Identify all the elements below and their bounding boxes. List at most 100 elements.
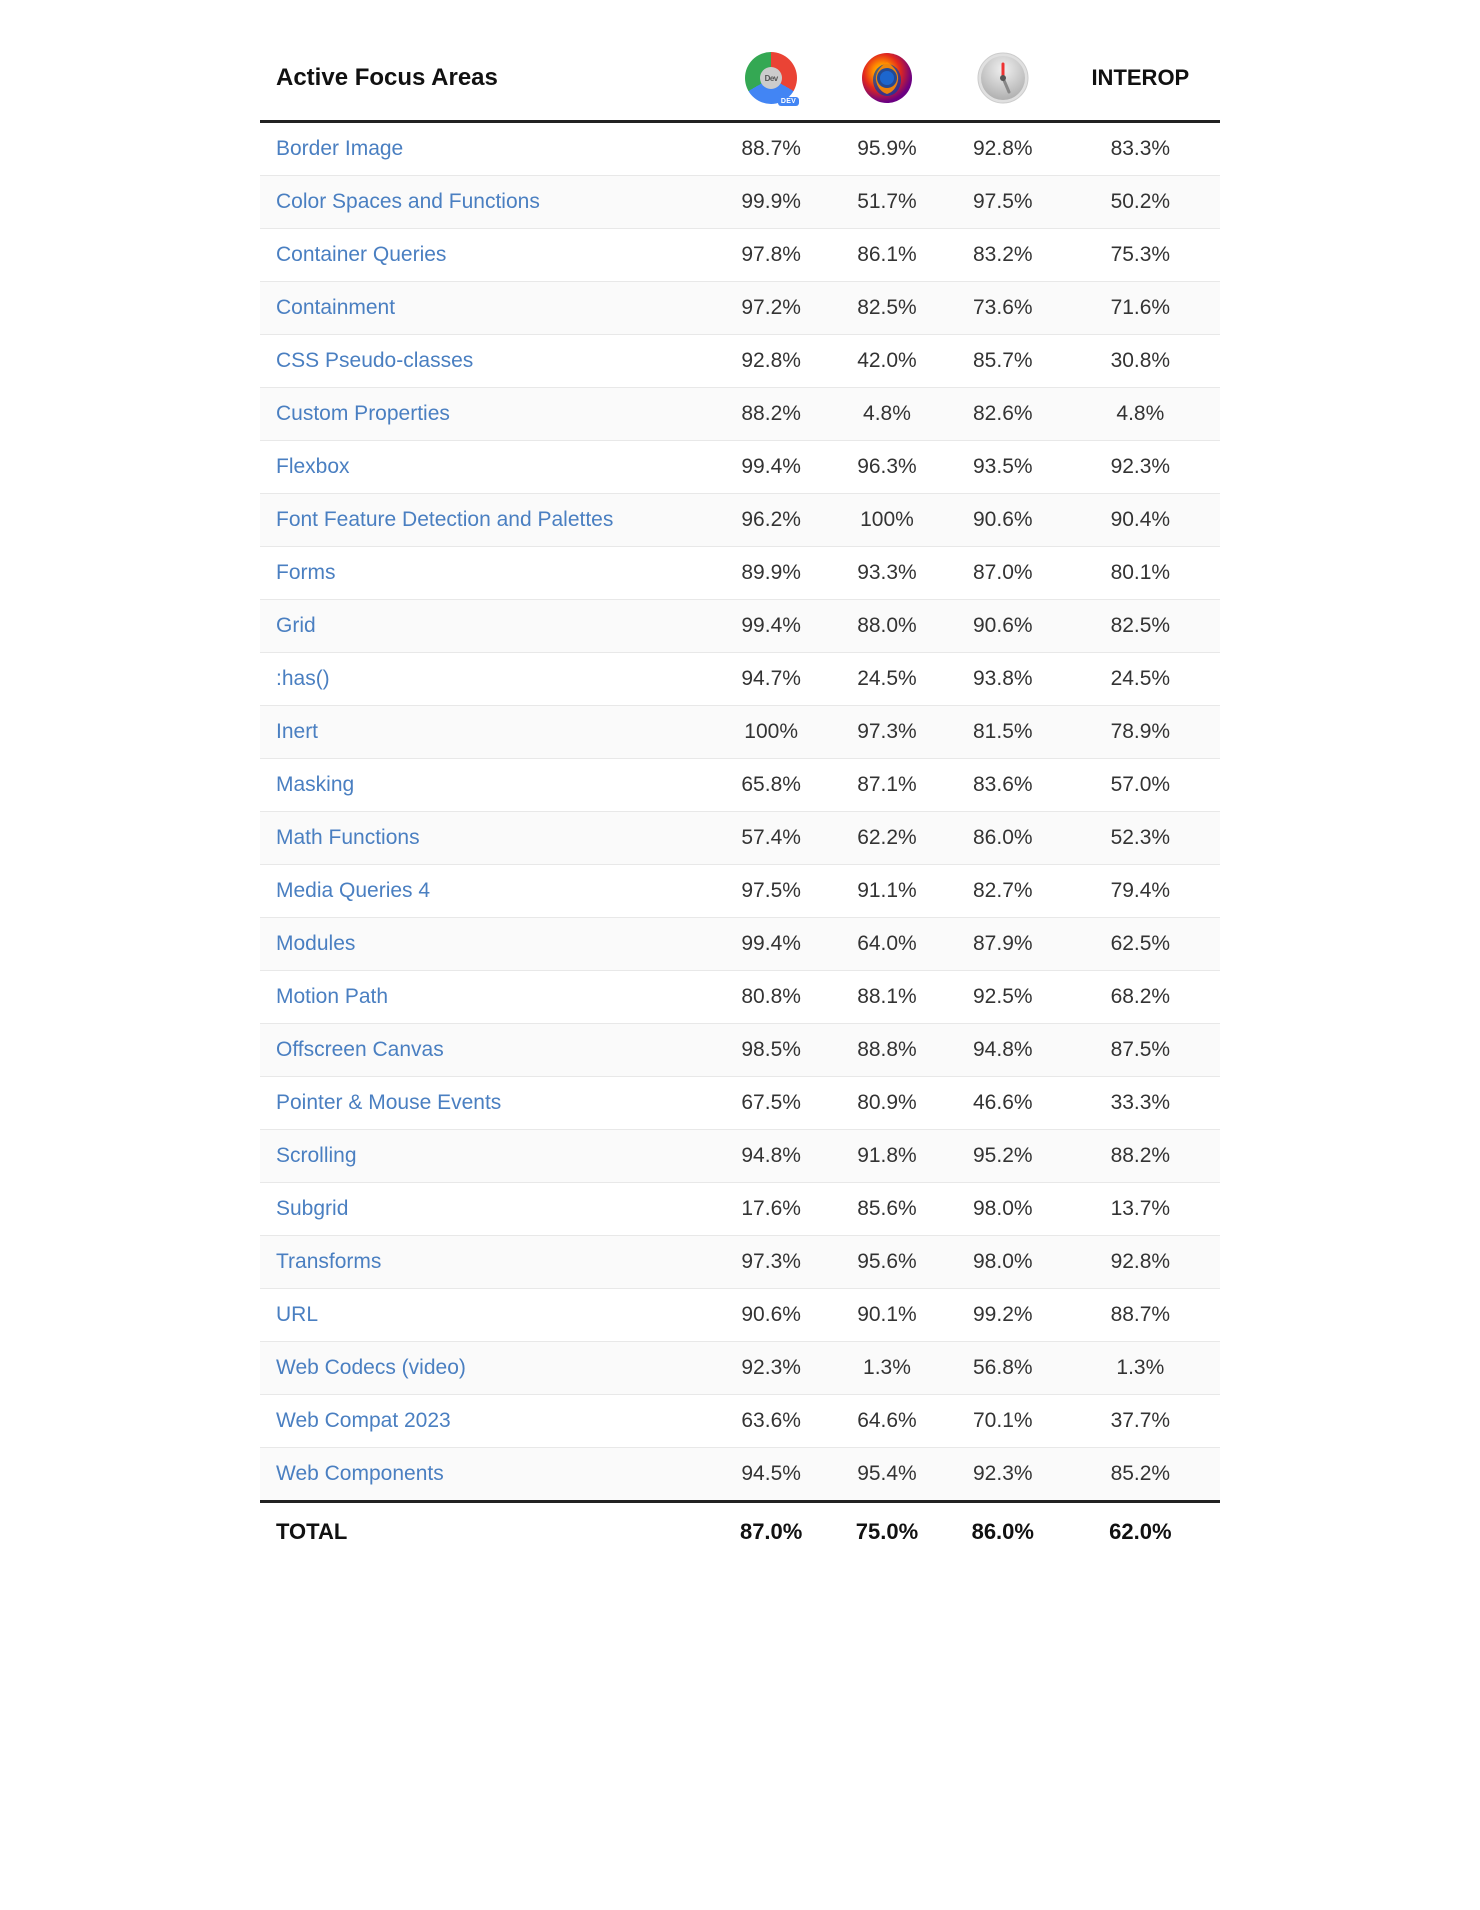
chrome-dev-value: 99.4% [713,441,829,494]
area-name-cell[interactable]: Scrolling [260,1130,713,1183]
interop-value: 79.4% [1061,865,1220,918]
area-col-label: Active Focus Areas [276,64,498,91]
firefox-value: 62.2% [829,812,945,865]
interop-value: 52.3% [1061,812,1220,865]
firefox-col-header [829,40,945,122]
safari-value: 98.0% [945,1236,1061,1289]
area-name-cell[interactable]: Containment [260,282,713,335]
total-c3: 86.0% [945,1502,1061,1562]
interop-value: 92.3% [1061,441,1220,494]
safari-value: 94.8% [945,1024,1061,1077]
area-name-cell[interactable]: Offscreen Canvas [260,1024,713,1077]
interop-table: Active Focus Areas Dev DEV [260,40,1220,1561]
area-name-cell[interactable]: Forms [260,547,713,600]
safari-value: 98.0% [945,1183,1061,1236]
interop-value: 1.3% [1061,1342,1220,1395]
safari-value: 92.5% [945,971,1061,1024]
safari-value: 56.8% [945,1342,1061,1395]
area-name-cell[interactable]: Color Spaces and Functions [260,176,713,229]
firefox-value: 85.6% [829,1183,945,1236]
area-name-cell[interactable]: Media Queries 4 [260,865,713,918]
safari-value: 87.0% [945,547,1061,600]
total-label: TOTAL [260,1502,713,1562]
safari-value: 83.6% [945,759,1061,812]
area-name-cell[interactable]: URL [260,1289,713,1342]
chrome-dev-value: 17.6% [713,1183,829,1236]
safari-value: 86.0% [945,812,1061,865]
area-name-cell[interactable]: Math Functions [260,812,713,865]
area-col-header: Active Focus Areas [260,40,713,122]
interop-value: 50.2% [1061,176,1220,229]
interop-value: 37.7% [1061,1395,1220,1448]
table-footer: TOTAL 87.0% 75.0% 86.0% 62.0% [260,1502,1220,1562]
area-name-cell[interactable]: Container Queries [260,229,713,282]
area-name-cell[interactable]: Flexbox [260,441,713,494]
area-name-cell[interactable]: :has() [260,653,713,706]
safari-value: 93.5% [945,441,1061,494]
area-name-cell[interactable]: Modules [260,918,713,971]
chrome-dev-value: 92.8% [713,335,829,388]
area-name-cell[interactable]: Web Components [260,1448,713,1502]
safari-col-header [945,40,1061,122]
chrome-dev-value: 99.9% [713,176,829,229]
chrome-dev-value: 88.7% [713,122,829,176]
chrome-dev-value: 63.6% [713,1395,829,1448]
table-row: Transforms97.3%95.6%98.0%92.8% [260,1236,1220,1289]
table-row: Containment97.2%82.5%73.6%71.6% [260,282,1220,335]
interop-value: 88.2% [1061,1130,1220,1183]
firefox-value: 42.0% [829,335,945,388]
area-name-cell[interactable]: Web Compat 2023 [260,1395,713,1448]
chrome-dev-icon: Dev DEV [745,52,797,104]
chrome-dev-value: 99.4% [713,600,829,653]
firefox-value: 91.1% [829,865,945,918]
chrome-dev-value: 94.8% [713,1130,829,1183]
area-name-cell[interactable]: Motion Path [260,971,713,1024]
firefox-value: 96.3% [829,441,945,494]
area-name-cell[interactable]: Web Codecs (video) [260,1342,713,1395]
table-body: Border Image88.7%95.9%92.8%83.3%Color Sp… [260,122,1220,1502]
area-name-cell[interactable]: Subgrid [260,1183,713,1236]
firefox-value: 93.3% [829,547,945,600]
chrome-dev-value: 96.2% [713,494,829,547]
firefox-value: 51.7% [829,176,945,229]
area-name-cell[interactable]: Pointer & Mouse Events [260,1077,713,1130]
area-name-cell[interactable]: Masking [260,759,713,812]
area-name-cell[interactable]: Font Feature Detection and Palettes [260,494,713,547]
area-name-cell[interactable]: Grid [260,600,713,653]
area-name-cell[interactable]: Custom Properties [260,388,713,441]
chrome-dev-value: 97.3% [713,1236,829,1289]
area-name-cell[interactable]: Transforms [260,1236,713,1289]
interop-value: 30.8% [1061,335,1220,388]
area-name-cell[interactable]: Inert [260,706,713,759]
firefox-value: 86.1% [829,229,945,282]
total-row: TOTAL 87.0% 75.0% 86.0% 62.0% [260,1502,1220,1562]
table-row: Inert100%97.3%81.5%78.9% [260,706,1220,759]
interop-value: 87.5% [1061,1024,1220,1077]
firefox-value: 24.5% [829,653,945,706]
total-c2: 75.0% [829,1502,945,1562]
chrome-dev-value: 98.5% [713,1024,829,1077]
interop-value: 90.4% [1061,494,1220,547]
chrome-dev-value: 80.8% [713,971,829,1024]
firefox-value: 88.8% [829,1024,945,1077]
table-row: Forms89.9%93.3%87.0%80.1% [260,547,1220,600]
table-row: Container Queries97.8%86.1%83.2%75.3% [260,229,1220,282]
safari-value: 70.1% [945,1395,1061,1448]
firefox-value: 4.8% [829,388,945,441]
safari-value: 85.7% [945,335,1061,388]
table-row: Pointer & Mouse Events67.5%80.9%46.6%33.… [260,1077,1220,1130]
area-name-cell[interactable]: CSS Pseudo-classes [260,335,713,388]
table-row: Math Functions57.4%62.2%86.0%52.3% [260,812,1220,865]
table-row: Web Compat 202363.6%64.6%70.1%37.7% [260,1395,1220,1448]
firefox-value: 80.9% [829,1077,945,1130]
safari-value: 81.5% [945,706,1061,759]
table-row: Web Components94.5%95.4%92.3%85.2% [260,1448,1220,1502]
interop-value: 13.7% [1061,1183,1220,1236]
chrome-dev-value: 67.5% [713,1077,829,1130]
interop-value: 92.8% [1061,1236,1220,1289]
table-row: Web Codecs (video)92.3%1.3%56.8%1.3% [260,1342,1220,1395]
interop-value: 24.5% [1061,653,1220,706]
area-name-cell[interactable]: Border Image [260,122,713,176]
firefox-value: 64.6% [829,1395,945,1448]
chrome-dev-value: 89.9% [713,547,829,600]
